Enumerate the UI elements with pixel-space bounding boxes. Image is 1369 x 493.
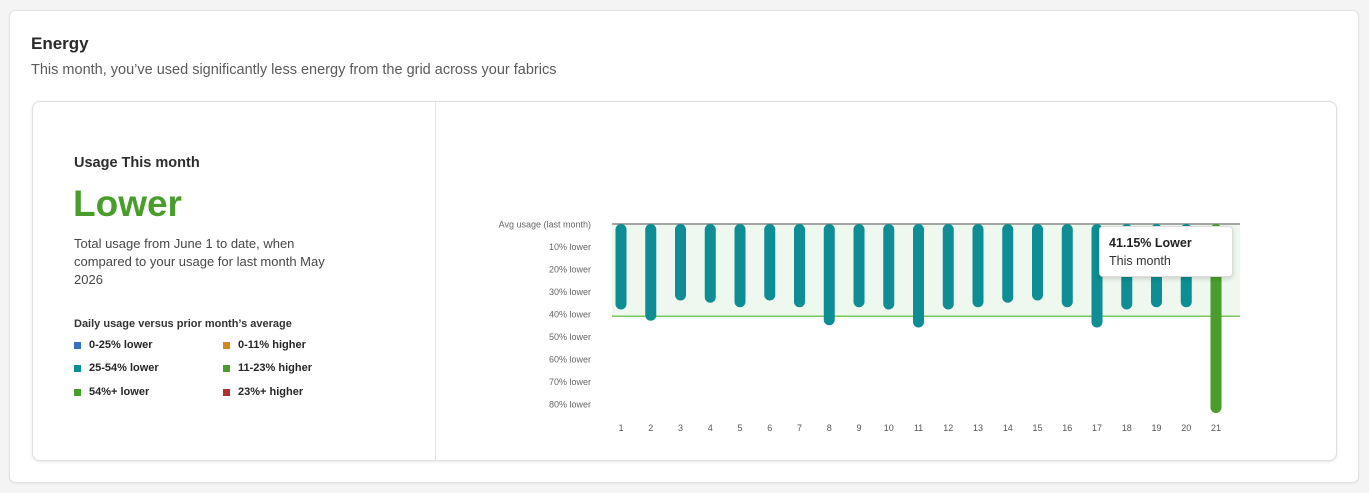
- x-tick-label: 16: [1062, 423, 1072, 433]
- x-tick-label: 3: [678, 423, 683, 433]
- legend-title: Daily usage versus prior month’s average: [74, 318, 292, 330]
- legend-label: 0-25% lower: [89, 339, 153, 351]
- chart-bar: [942, 224, 954, 310]
- legend-label: 11-23% higher: [238, 362, 312, 374]
- y-tick-label: 80% lower: [549, 400, 591, 410]
- chart-bar: [853, 224, 865, 308]
- usage-description: Total usage from June 1 to date, when co…: [74, 236, 325, 287]
- x-tick-label: 8: [827, 423, 832, 433]
- usage-card: Usage This month Lower Total usage from …: [32, 101, 1337, 461]
- legend-swatch: [74, 341, 81, 349]
- chart-bar: [794, 224, 805, 308]
- x-tick-label: 1: [618, 423, 623, 433]
- chart-bar: [1002, 224, 1014, 303]
- x-tick-label: 11: [914, 423, 923, 433]
- chart-bar: [734, 224, 746, 308]
- x-tick-label: 4: [708, 423, 713, 433]
- x-tick-label: 14: [1003, 423, 1013, 433]
- legend-item: 0-11% higher: [223, 338, 306, 352]
- x-tick-label: 18: [1122, 423, 1132, 433]
- usage-bar-chart: Avg usage (last month) 10% lower 20% lower…: [499, 220, 1240, 433]
- section-subtitle: This month, you’ve used significantly le…: [31, 62, 557, 78]
- x-tick-label: 13: [973, 423, 983, 433]
- y-tick-label: 60% lower: [549, 355, 591, 365]
- x-tick-label: 19: [1151, 423, 1161, 433]
- y-tick-label: 10% lower: [549, 242, 591, 252]
- y-tick-label: 20% lower: [549, 265, 591, 275]
- y-tick-label: 40% lower: [549, 310, 591, 320]
- legend-label: 25-54% lower: [89, 362, 159, 374]
- legend-label: 23%+ higher: [238, 386, 304, 398]
- x-tick-label: 9: [856, 423, 861, 433]
- x-tick-label: 21: [1211, 423, 1221, 433]
- chart-tooltip: 41.15% Lower This month: [1099, 226, 1233, 277]
- usage-status: Lower: [73, 183, 182, 224]
- chart-bar: [883, 224, 895, 310]
- chart-bar: [913, 224, 924, 328]
- legend-swatch: [223, 364, 230, 372]
- legend-swatch: [74, 364, 81, 372]
- chart-bar: [1061, 224, 1073, 308]
- x-tick-label: 17: [1092, 423, 1102, 433]
- legend-swatch: [223, 388, 230, 396]
- section-title: Energy: [31, 34, 89, 53]
- legend-item: 11-23% higher: [223, 361, 312, 375]
- x-tick-label: 5: [737, 423, 742, 433]
- chart-bar: [1032, 224, 1043, 301]
- y-tick-label: Avg usage (last month): [499, 220, 591, 230]
- chart-bar: [823, 224, 835, 326]
- energy-card: Energy This month, you’ve used significa…: [9, 10, 1359, 483]
- y-tick-label: 30% lower: [549, 287, 591, 297]
- usage-chart-panel: Avg usage (last month) 10% lower 20% lower…: [436, 102, 1336, 460]
- x-tick-label: 7: [797, 423, 802, 433]
- legend-label: 0-11% higher: [238, 339, 306, 351]
- x-tick-label: 2: [648, 423, 653, 433]
- chart-bar: [645, 224, 657, 321]
- chart-bar: [675, 224, 686, 301]
- y-tick-label: 70% lower: [549, 377, 591, 387]
- x-tick-label: 6: [767, 423, 772, 433]
- usage-summary-panel: Usage This month Lower Total usage from …: [33, 102, 436, 460]
- usage-heading: Usage This month: [74, 155, 200, 171]
- x-tick-label: 15: [1032, 423, 1042, 433]
- chart-bar: [615, 224, 627, 310]
- legend-item: 23%+ higher: [223, 385, 303, 399]
- tooltip-value: 41.15% Lower: [1109, 236, 1192, 250]
- legend-item: 0-25% lower: [74, 338, 153, 352]
- legend-swatch: [223, 341, 230, 349]
- x-tick-label: 12: [943, 423, 953, 433]
- x-tick-label: 10: [884, 423, 894, 433]
- x-tick-label: 20: [1181, 423, 1191, 433]
- chart-bar: [972, 224, 984, 308]
- chart-bar: [764, 224, 776, 301]
- legend-label: 54%+ lower: [89, 386, 150, 398]
- legend-swatch: [74, 388, 81, 396]
- tooltip-label: This month: [1109, 254, 1171, 268]
- y-tick-label: 50% lower: [549, 332, 591, 342]
- legend-item: 54%+ lower: [74, 385, 149, 399]
- chart-bar: [704, 224, 716, 303]
- legend-item: 25-54% lower: [74, 361, 159, 375]
